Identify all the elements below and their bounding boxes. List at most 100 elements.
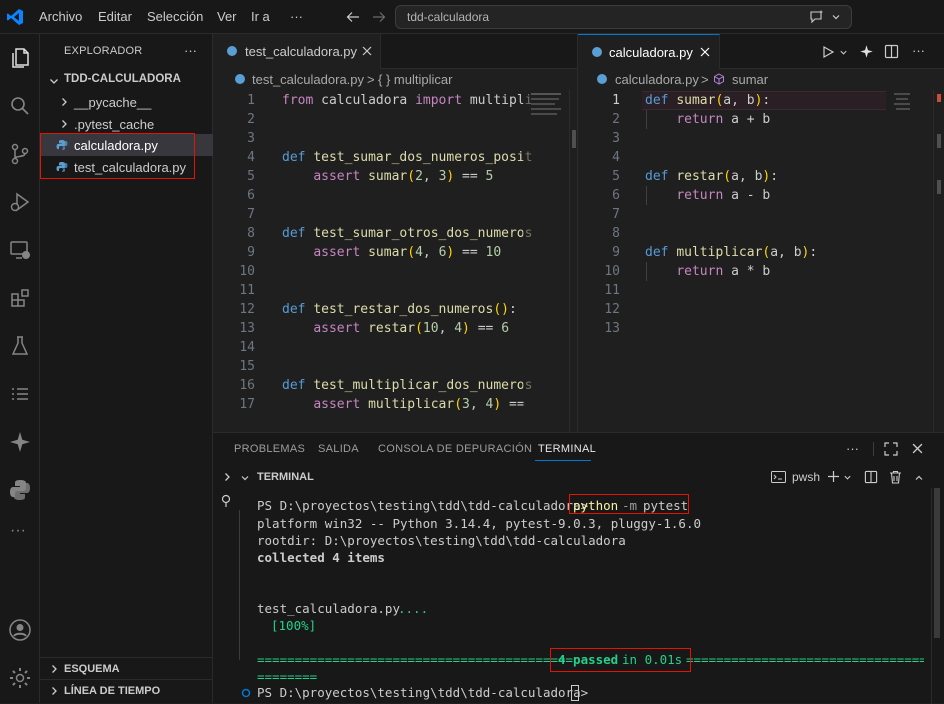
folder-pycache[interactable]: __pycache__ <box>74 95 151 110</box>
chevron-down-icon[interactable] <box>843 473 852 482</box>
panel-more-button[interactable]: ··· <box>846 441 859 456</box>
line-number: 7 <box>247 207 255 222</box>
right-code[interactable]: def sumar(a, b): return a + b def restar… <box>645 90 885 432</box>
line-number: 4 <box>612 150 620 165</box>
terminal-command-guide <box>239 510 240 660</box>
tab-label: calculadora.py <box>609 45 693 60</box>
line-number: 14 <box>239 340 255 355</box>
breadcrumb-symbol[interactable]: { } multiplicar <box>378 72 452 87</box>
tab-terminal[interactable]: TERMINAL <box>538 443 596 455</box>
task-list-icon[interactable] <box>8 382 32 406</box>
tab-test-calculadora[interactable]: test_calculadora.py <box>213 34 381 69</box>
bottom-panel: PROBLEMAS SALIDA CONSOLA DE DEPURACIÓN T… <box>213 432 944 704</box>
left-scrollbar[interactable] <box>569 90 577 432</box>
testing-flask-icon[interactable] <box>8 334 32 358</box>
breadcrumb-file[interactable]: test_calculadora.py <box>252 72 364 87</box>
right-minimap[interactable] <box>892 90 932 432</box>
vscode-logo-icon <box>6 8 24 26</box>
close-icon[interactable] <box>362 46 372 56</box>
python-file-icon <box>596 73 608 85</box>
explorer-more-button[interactable]: ··· <box>184 43 197 58</box>
menu-ver[interactable]: Ver <box>217 9 237 24</box>
left-code[interactable]: from calculadora import multiplicar def … <box>282 90 532 432</box>
left-editor[interactable]: 1 2 3 4 5 6 7 8 9 10 11 12 13 14 15 16 17 from calculado… <box>213 90 577 432</box>
terminal-shell-icon <box>771 470 786 484</box>
forward-arrow-icon[interactable] <box>372 10 386 24</box>
settings-gear-icon[interactable] <box>8 666 32 690</box>
menu-ir[interactable]: Ir a <box>251 9 270 24</box>
outline-section[interactable]: ESQUEMA <box>40 657 213 679</box>
line-number: 8 <box>612 226 620 241</box>
line-number: 11 <box>239 283 255 298</box>
menu-editar[interactable]: Editar <box>98 9 132 24</box>
breadcrumb-separator: > <box>701 72 709 87</box>
python-icon[interactable] <box>8 478 32 502</box>
copilot-sparkle-icon[interactable] <box>859 44 874 59</box>
line-number: 12 <box>239 302 255 317</box>
terminal-test-dots: .... <box>398 601 429 616</box>
search-icon[interactable] <box>8 94 32 118</box>
terminal-shell-name[interactable]: pwsh <box>792 470 820 484</box>
copilot-chat-icon[interactable] <box>809 9 825 25</box>
run-debug-icon[interactable] <box>8 190 32 214</box>
menu-more[interactable]: ··· <box>290 9 303 24</box>
breadcrumb-separator: > <box>367 72 375 87</box>
copilot-sparkle-icon[interactable] <box>8 430 32 454</box>
more-views-icon[interactable]: ··· <box>10 522 34 546</box>
source-control-icon[interactable] <box>8 142 32 166</box>
folder-pytest-cache[interactable]: .pytest_cache <box>74 117 154 132</box>
line-number: 5 <box>612 169 620 184</box>
split-terminal-icon[interactable] <box>864 470 878 484</box>
right-editor[interactable]: 1 2 3 4 5 6 7 8 9 10 11 12 13 def sumar(a, b): retur… <box>578 90 944 432</box>
line-number: 16 <box>239 378 255 393</box>
close-icon[interactable] <box>700 47 710 57</box>
chevron-right-icon[interactable] <box>221 471 233 483</box>
accounts-icon[interactable] <box>8 618 32 642</box>
menu-seleccion[interactable]: Selección <box>147 9 203 24</box>
breadcrumb-file[interactable]: calculadora.py <box>615 72 699 87</box>
terminal-cursor <box>571 685 579 701</box>
outline-label: ESQUEMA <box>64 663 120 675</box>
maximize-panel-icon[interactable] <box>884 442 898 456</box>
extensions-icon[interactable] <box>8 286 32 310</box>
line-number: 10 <box>604 264 620 279</box>
line-number: 11 <box>604 283 620 298</box>
chevron-down-icon[interactable] <box>831 12 841 22</box>
terminal-rootdir-line: rootdir: D:\proyectos\testing\tdd\tdd-ca… <box>257 533 626 548</box>
run-python-icon[interactable] <box>821 45 835 59</box>
chevron-down-icon[interactable] <box>839 48 848 57</box>
left-minimap[interactable] <box>523 90 568 432</box>
line-number: 13 <box>239 321 255 336</box>
tab-calculadora[interactable]: calculadora.py <box>578 34 720 69</box>
menu-archivo[interactable]: Archivo <box>39 9 82 24</box>
terminal-scrollbar[interactable] <box>931 488 941 704</box>
line-number: 10 <box>239 264 255 279</box>
tab-salida[interactable]: SALIDA <box>318 443 359 455</box>
terminal-view[interactable]: PS D:\proyectos\testing\tdd\tdd-calculad… <box>213 488 944 704</box>
chevron-down-icon <box>240 473 250 483</box>
terminal-collected-line: collected 4 items <box>257 550 385 565</box>
tab-consola-depuracion[interactable]: CONSOLA DE DEPURACIÓN <box>378 443 532 455</box>
tab-problemas[interactable]: PROBLEMAS <box>234 443 305 455</box>
trash-icon[interactable] <box>889 470 902 484</box>
command-center-search[interactable]: tdd-calculadora <box>395 5 852 29</box>
terminal-percent: [100%] <box>271 618 317 633</box>
timeline-section[interactable]: LÍNEA DE TIEMPO <box>40 679 213 701</box>
editor-more-button[interactable]: ··· <box>912 43 925 58</box>
line-number: 3 <box>247 131 255 146</box>
close-panel-icon[interactable] <box>912 443 923 454</box>
remote-explorer-icon[interactable] <box>8 238 32 262</box>
terminal-separator-right: ================================== <box>686 652 924 667</box>
workspace-root[interactable]: TDD-CALCULADORA <box>64 73 181 85</box>
split-editor-icon[interactable] <box>884 44 899 59</box>
active-tab-underline <box>535 460 591 461</box>
new-terminal-plus-icon[interactable] <box>827 470 840 483</box>
left-tab-bar: test_calculadora.py <box>213 34 577 69</box>
chevron-up-icon[interactable] <box>914 473 924 483</box>
line-number: 7 <box>612 207 620 222</box>
terminal-separator-left: ========================================… <box>257 652 574 667</box>
back-arrow-icon[interactable] <box>346 10 360 24</box>
right-scrollbar[interactable] <box>933 90 944 432</box>
breadcrumb-symbol[interactable]: sumar <box>732 72 768 87</box>
explorer-icon[interactable] <box>8 46 32 70</box>
